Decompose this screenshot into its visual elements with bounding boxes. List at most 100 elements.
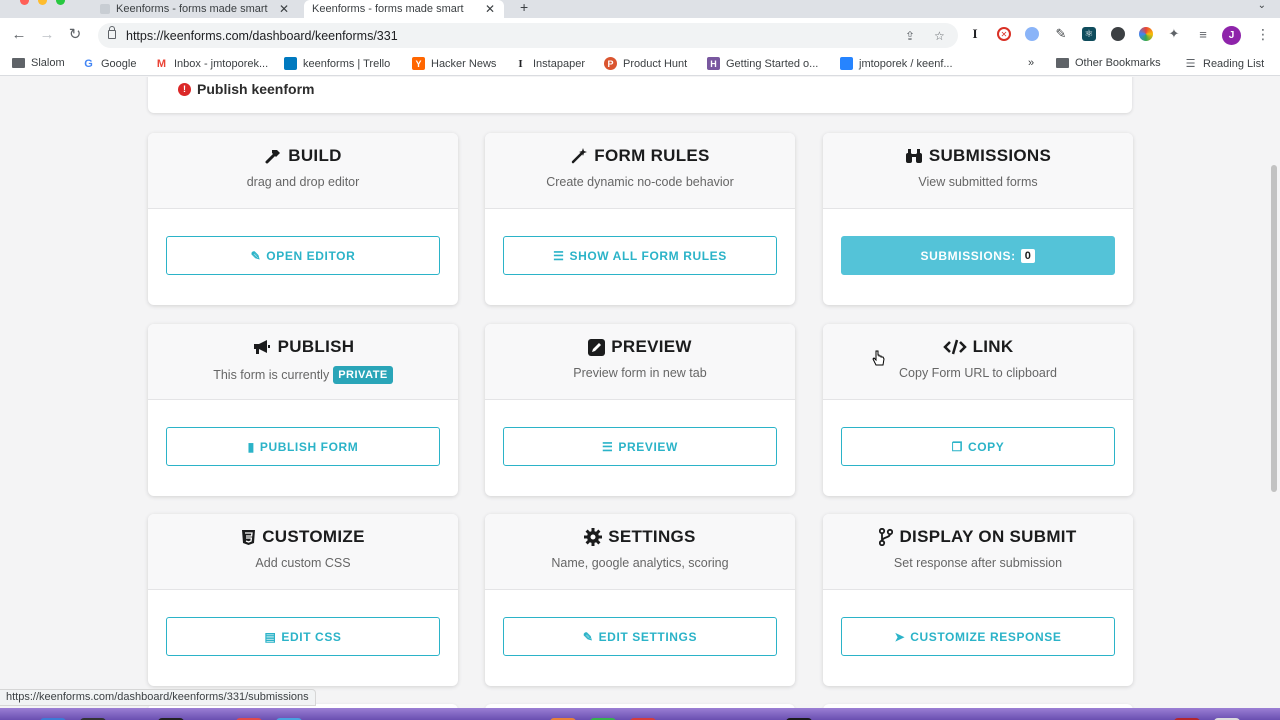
open-editor-button[interactable]: ✎ OPEN EDITOR [166,236,440,275]
close-window-button[interactable] [20,0,29,5]
folder-icon [1056,58,1069,68]
color-extension-icon[interactable] [1139,27,1153,41]
bookmark-google[interactable]: G Google [82,57,136,70]
minimize-window-button[interactable] [38,0,47,5]
submissions-button[interactable]: SUBMISSIONS: 0 [841,236,1115,275]
card-title: PREVIEW [485,337,795,357]
code-branch-icon [879,528,894,546]
card-subtitle: Name, google analytics, scoring [551,556,729,570]
new-tab-button[interactable]: + [520,0,528,14]
tab-inactive[interactable]: Keenforms - forms made smart ✕ [92,0,298,18]
eyedropper-extension-icon[interactable]: ✎ [1054,26,1068,41]
build-card: BUILD drag and drop editor ✎ OPEN EDITOR [148,133,458,305]
card-subtitle: This form is currently PRIVATE [148,366,458,384]
bookmark-label: Product Hunt [623,57,688,70]
bookmark-label: Slalom [31,57,65,69]
publish-warning-label: Publish keenform [197,81,315,97]
card-title: LINK [823,337,1133,357]
reload-icon[interactable]: ↻ [66,26,84,44]
bookmark-label: Google [101,57,137,70]
hacker-news-icon: Y [412,57,425,70]
bookmark-label: Getting Started o... [726,57,819,70]
forward-arrow-icon[interactable]: → [38,26,56,44]
edit-square-icon: ✎ [250,248,262,263]
bookmark-label: Hacker News [431,57,497,70]
bookmark-inbox[interactable]: M Inbox - jmtoporek... [155,57,268,70]
preview-button[interactable]: ☰ PREVIEW [503,427,777,466]
bookmark-bitbucket[interactable]: jmtoporek / keenf... [840,57,953,70]
code-icon [942,339,967,355]
paper-plane-icon: ➤ [894,629,906,644]
react-devtools-icon[interactable]: ⚛ [1082,27,1096,41]
card-title: PUBLISH [148,337,458,357]
dashboard-page: ! Publish keenform BUILD drag and drop e… [0,77,1280,720]
menu-kebab-icon[interactable]: ⋮ [1256,26,1270,43]
bookmark-getting-started[interactable]: H Getting Started o... [707,57,818,70]
profile-avatar[interactable]: J [1222,26,1241,45]
display-on-submit-card: DISPLAY ON SUBMIT Set response after sub… [823,514,1133,686]
door-open-icon: ▮ [247,439,255,454]
settings-card: SETTINGS Name, google analytics, scoring… [485,514,795,686]
publish-card: PUBLISH This form is currently PRIVATE ▮… [148,324,458,496]
card-subtitle: drag and drop editor [246,175,360,189]
share-icon[interactable]: ⇪ [905,29,915,43]
publish-form-button[interactable]: ▮ PUBLISH FORM [166,427,440,466]
card-subtitle: Set response after submission [893,556,1063,570]
file-icon: ▤ [264,629,277,644]
form-rules-card: FORM RULES Create dynamic no-code behavi… [485,133,795,305]
tab-search-chevron-icon[interactable]: ⌄ [1258,0,1266,11]
trello-icon [284,57,297,70]
reading-list-button[interactable]: ☰ Reading List [1184,57,1264,70]
edit-settings-button[interactable]: ✎ EDIT SETTINGS [503,617,777,656]
zoom-window-button[interactable] [56,0,65,5]
hammer-icon [265,150,281,164]
card-subtitle: Preview form in new tab [573,366,707,380]
tab-title: Keenforms - forms made smart [312,3,464,15]
back-arrow-icon[interactable]: ← [10,26,28,44]
copy-link-button[interactable]: ❐ COPY [841,427,1115,466]
instapaper-extension-icon[interactable]: I [968,26,982,41]
list-icon: ☰ [602,439,614,454]
card-subtitle: Add custom CSS [255,556,351,570]
tab-active[interactable]: Keenforms - forms made smart ✕ [304,0,504,18]
macos-dock [0,708,1280,720]
card-subtitle: Create dynamic no-code behavior [546,175,734,189]
show-all-form-rules-button[interactable]: ☰ SHOW ALL FORM RULES [503,236,777,275]
extension-icon[interactable] [1111,27,1125,41]
bookmark-hacker-news[interactable]: Y Hacker News [412,57,496,70]
bookmark-slalom[interactable]: Slalom [12,57,65,69]
card-title: BUILD [148,146,458,166]
card-subtitle: View submitted forms [918,175,1038,189]
private-status-badge: PRIVATE [333,366,393,384]
preview-card: PREVIEW Preview form in new tab ☰ PREVIE… [485,324,795,496]
page-scrollbar[interactable] [1271,165,1277,492]
card-subtitle: Copy Form URL to clipboard [899,366,1057,380]
customize-response-button[interactable]: ➤ CUSTOMIZE RESPONSE [841,617,1115,656]
address-bar[interactable]: https://keenforms.com/dashboard/keenform… [98,23,958,48]
edit-css-button[interactable]: ▤ EDIT CSS [166,617,440,656]
close-tab-icon[interactable]: ✕ [484,2,496,16]
reading-list-icon[interactable]: ≡ [1196,27,1210,42]
block-extension-icon[interactable]: ✕ [997,27,1011,41]
bookmark-instapaper[interactable]: I Instapaper [514,57,585,70]
puzzle-extensions-icon[interactable]: ✦ [1167,26,1181,41]
more-bookmarks-chevron[interactable]: » [1028,57,1034,69]
publish-warning[interactable]: ! Publish keenform [178,81,314,97]
instapaper-icon: I [514,57,527,70]
card-title: CUSTOMIZE [148,527,458,547]
edit-square-icon: ✎ [582,629,594,644]
bookmark-trello[interactable]: keenforms | Trello [284,57,390,70]
tab-strip: Keenforms - forms made smart ✕ Keenforms… [0,0,1280,18]
copy-icon: ❐ [951,439,963,454]
card-title: SETTINGS [485,527,795,547]
close-tab-icon[interactable]: ✕ [278,2,290,16]
bookmark-label: Other Bookmarks [1075,57,1161,69]
bookmark-product-hunt[interactable]: P Product Hunt [604,57,687,70]
hand-pointer-cursor-icon [872,350,885,366]
heroku-icon: H [707,57,720,70]
favicon-icon [100,4,110,14]
url-text: https://keenforms.com/dashboard/keenform… [126,28,398,43]
extension-icon[interactable] [1025,27,1039,41]
other-bookmarks[interactable]: Other Bookmarks [1056,57,1161,69]
bookmark-star-icon[interactable]: ☆ [934,29,945,43]
